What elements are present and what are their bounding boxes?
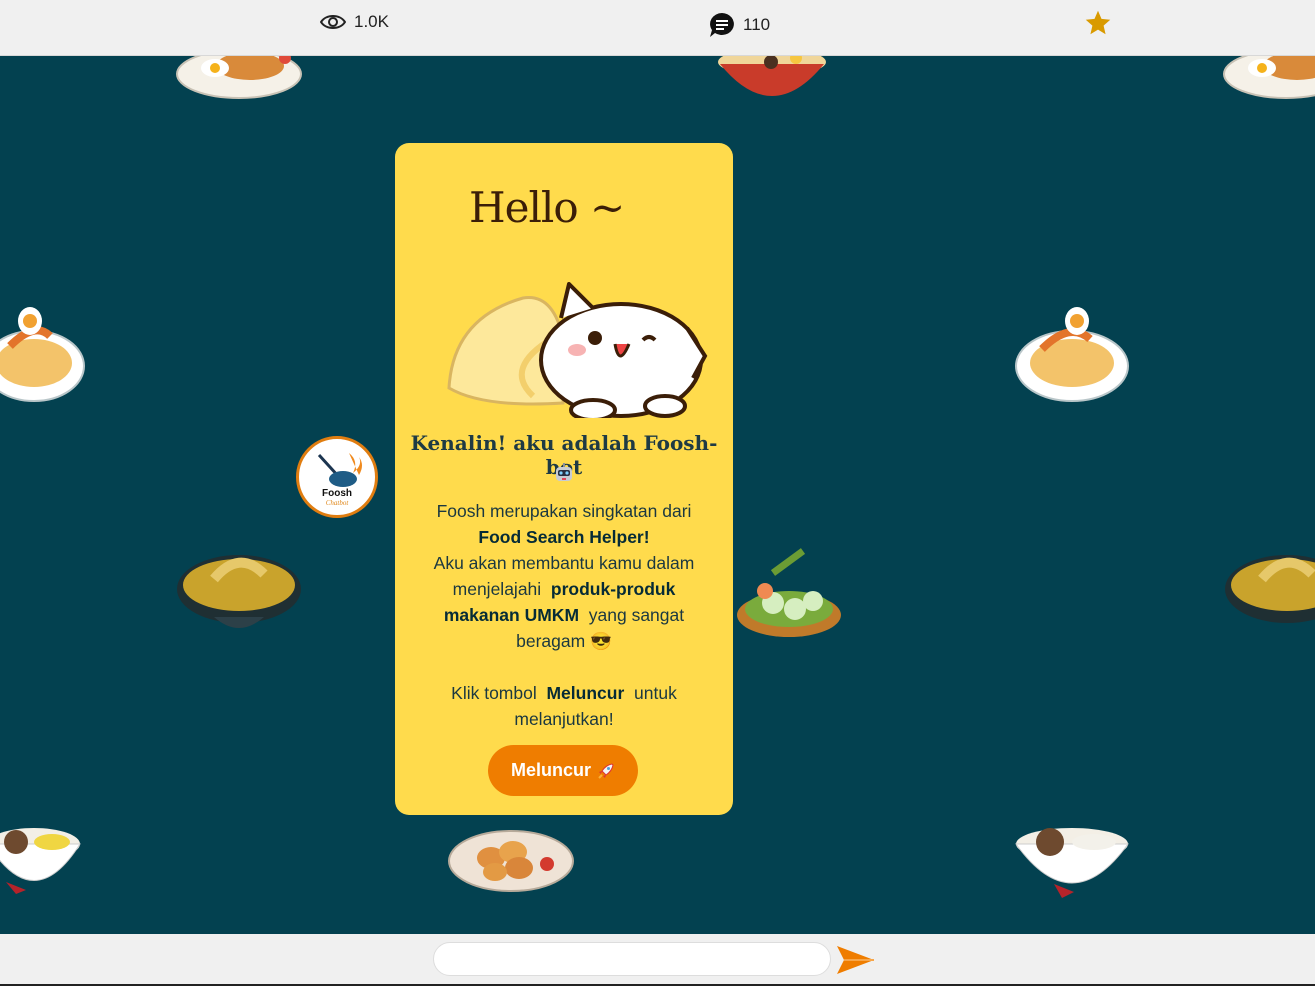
shrimp-dish-image	[0, 307, 85, 402]
rocket-icon	[598, 762, 614, 779]
robot-icon	[556, 463, 572, 481]
rice-bowl-image-2	[1015, 828, 1129, 898]
top-bar: 1.0K 110	[0, 0, 1315, 56]
comments-count: 110	[743, 15, 771, 34]
greeting-heading: Hello ~	[469, 183, 625, 232]
star-icon	[1085, 10, 1111, 35]
comments-stat[interactable]: 110	[709, 12, 770, 38]
vegetable-platter-image	[737, 548, 841, 637]
curry-bowl-image-2	[1225, 555, 1315, 623]
chat-message-input[interactable]	[433, 942, 831, 976]
rice-bowl-image	[0, 828, 81, 894]
foosh-logo: Foosh Chatbot	[317, 453, 362, 507]
launch-button[interactable]: Meluncur	[488, 745, 638, 796]
intro-line-1: Foosh merupakan singkatan dari	[436, 501, 692, 521]
fried-rice-image	[176, 56, 302, 99]
shrimp-dish-image-2	[1015, 307, 1129, 402]
foosh-bot-avatar[interactable]: Foosh Chatbot	[296, 436, 378, 518]
intro-card: Hello ~ Kenalin! aku adalah Foosh-bot Fo…	[395, 143, 733, 815]
intro-line-3-start: Klik tombol	[451, 683, 537, 703]
bot-intro-text: Foosh merupakan singkatan dari Food Sear…	[413, 498, 715, 732]
views-count: 1.0K	[354, 12, 389, 31]
fried-chicken-image	[448, 830, 574, 892]
cat-mascot-illustration	[447, 282, 708, 418]
fried-rice-image-2	[1223, 56, 1315, 99]
avatar-tagline: Chatbot	[326, 499, 350, 507]
comment-icon	[710, 13, 734, 37]
favorite-button[interactable]	[1084, 9, 1112, 37]
views-stat: 1.0K	[320, 12, 389, 32]
button-name-text: Meluncur	[546, 683, 625, 703]
chat-bar	[0, 934, 1315, 986]
noodle-bowl-image	[718, 56, 826, 96]
sunglasses-emoji-icon: 😎	[590, 631, 612, 651]
avatar-name: Foosh	[322, 488, 352, 499]
launch-button-label: Meluncur	[510, 760, 591, 780]
send-arrow-icon[interactable]	[836, 944, 876, 976]
eye-icon	[320, 15, 346, 29]
curry-bowl-image	[177, 555, 301, 628]
acronym-text: Food Search Helper!	[478, 527, 650, 547]
